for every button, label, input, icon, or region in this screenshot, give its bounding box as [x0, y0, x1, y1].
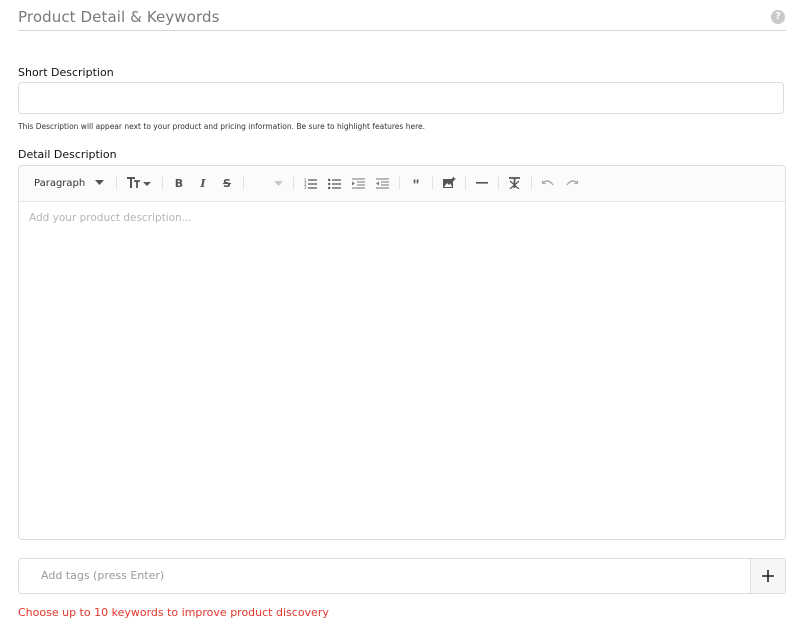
svg-text:3: 3 — [304, 185, 307, 189]
toolbar-separator — [116, 176, 117, 190]
detail-description-label: Detail Description — [18, 148, 117, 161]
toolbar-separator — [531, 176, 532, 190]
horizontal-rule-icon[interactable] — [474, 174, 490, 192]
disabled-dropdown-caret-icon — [273, 174, 283, 192]
tags-placeholder: Add tags (press Enter) — [41, 569, 165, 582]
plus-icon — [762, 567, 774, 586]
text-size-icon[interactable] — [125, 174, 153, 192]
toolbar-separator — [498, 176, 499, 190]
italic-icon[interactable]: I — [195, 174, 211, 192]
short-description-label: Short Description — [18, 66, 114, 79]
toolbar-separator — [465, 176, 466, 190]
toolbar-separator — [432, 176, 433, 190]
section-title: Product Detail & Keywords — [18, 8, 220, 26]
add-tag-button[interactable] — [750, 559, 785, 593]
redo-icon[interactable] — [564, 174, 580, 192]
insert-image-icon[interactable] — [441, 174, 457, 192]
bold-icon[interactable]: B — [171, 174, 187, 192]
rich-text-editor[interactable]: Paragraph B I S 1 2 3 " Add your product… — [18, 165, 786, 540]
numbered-list-icon[interactable]: 1 2 3 — [302, 174, 318, 192]
short-description-field[interactable] — [18, 82, 784, 114]
toolbar-separator — [293, 176, 294, 190]
strikethrough-icon[interactable]: S — [219, 174, 235, 192]
paragraph-dropdown-label: Paragraph — [34, 177, 86, 189]
outdent-icon[interactable] — [374, 174, 390, 192]
keywords-hint: Choose up to 10 keywords to improve prod… — [18, 606, 329, 619]
caret-down-icon[interactable] — [93, 174, 105, 192]
section-divider — [18, 30, 786, 31]
toolbar-separator — [162, 176, 163, 190]
indent-icon[interactable] — [350, 174, 366, 192]
blockquote-icon[interactable]: " — [408, 174, 424, 193]
clear-format-icon[interactable] — [506, 174, 522, 192]
help-icon[interactable]: ? — [771, 10, 785, 24]
bulleted-list-icon[interactable] — [326, 174, 342, 192]
short-description-input[interactable] — [19, 83, 783, 113]
editor-placeholder: Add your product description... — [29, 212, 192, 224]
toolbar-separator — [243, 176, 244, 190]
undo-icon[interactable] — [539, 174, 555, 192]
toolbar-separator — [399, 176, 400, 190]
tags-input[interactable]: Add tags (press Enter) — [18, 558, 786, 594]
short-description-helper: This Description will appear next to you… — [18, 122, 425, 131]
editor-toolbar: Paragraph B I S 1 2 3 " — [19, 166, 785, 202]
